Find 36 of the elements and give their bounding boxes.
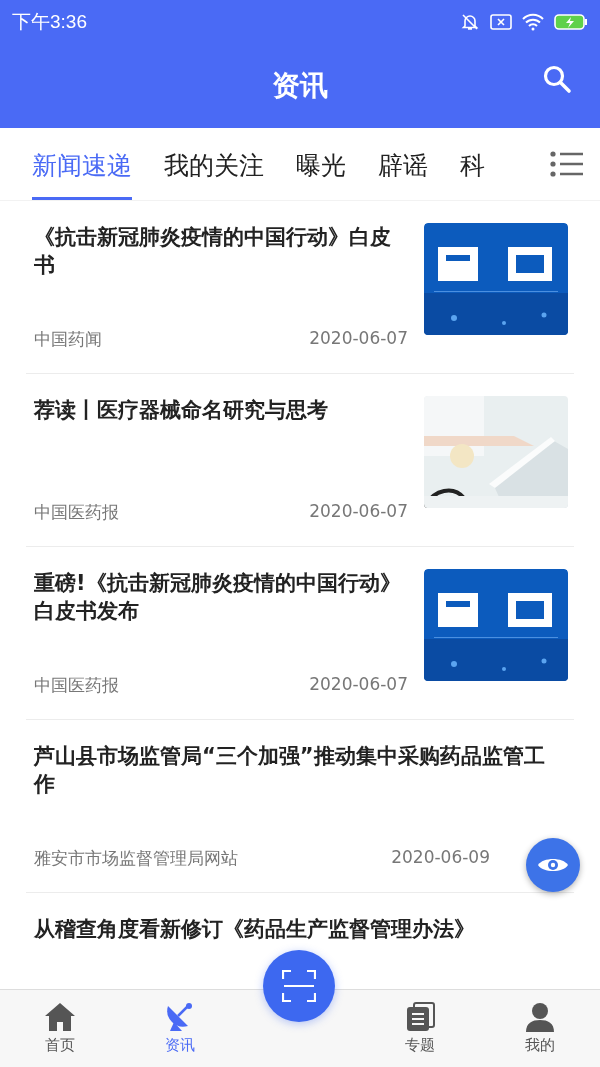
article-date: 2020-06-09 (391, 847, 490, 869)
page-title: 资讯 (272, 68, 328, 104)
article-title[interactable]: 重磅!《抗击新冠肺炎疫情的中国行动》白皮书发布 (34, 569, 408, 625)
wifi-icon (522, 13, 544, 31)
article-source: 中国医药报 (34, 674, 119, 697)
nav-item[interactable]: 专题 (360, 990, 480, 1067)
battery-icon (554, 13, 588, 31)
category-tab[interactable]: 我的关注 (164, 128, 264, 200)
search-icon[interactable] (542, 64, 572, 94)
article-title[interactable]: 从稽查角度看新修订《药品生产监督管理办法》 (34, 915, 475, 943)
article-source: 中国医药报 (34, 501, 119, 524)
article-source: 中国药闻 (34, 328, 102, 351)
article-source: 雅安市市场监督管理局网站 (34, 847, 238, 870)
nav-item[interactable]: 首页 (0, 990, 120, 1067)
category-tab[interactable]: 科 (460, 128, 485, 200)
article-title[interactable]: 《抗击新冠肺炎疫情的中国行动》白皮书 (34, 223, 408, 279)
article-date: 2020-06-07 (309, 328, 408, 350)
user-icon (524, 1002, 556, 1032)
nav-item[interactable]: 资讯 (120, 990, 240, 1067)
article-date: 2020-06-07 (309, 501, 408, 523)
sim-icon (490, 13, 512, 31)
document-icon (404, 1002, 436, 1032)
category-tab[interactable]: 新闻速递 (32, 128, 132, 200)
scan-icon (282, 970, 316, 1002)
article-date: 2020-06-07 (309, 674, 408, 696)
bell-off-icon (460, 12, 480, 32)
eye-button[interactable] (526, 838, 580, 892)
menu-icon[interactable] (550, 151, 584, 177)
category-tab[interactable]: 曝光 (296, 128, 346, 200)
category-tab[interactable]: 辟谣 (378, 128, 428, 200)
home-icon (44, 1002, 76, 1032)
scan-button[interactable] (263, 950, 335, 1022)
article-title[interactable]: 芦山县市场监管局“三个加强”推动集中采购药品监管工作 (34, 742, 554, 798)
nav-item[interactable]: 我的 (480, 990, 600, 1067)
status-time: 下午3:36 (12, 10, 87, 34)
article-title[interactable]: 荐读丨医疗器械命名研究与思考 (34, 396, 408, 424)
